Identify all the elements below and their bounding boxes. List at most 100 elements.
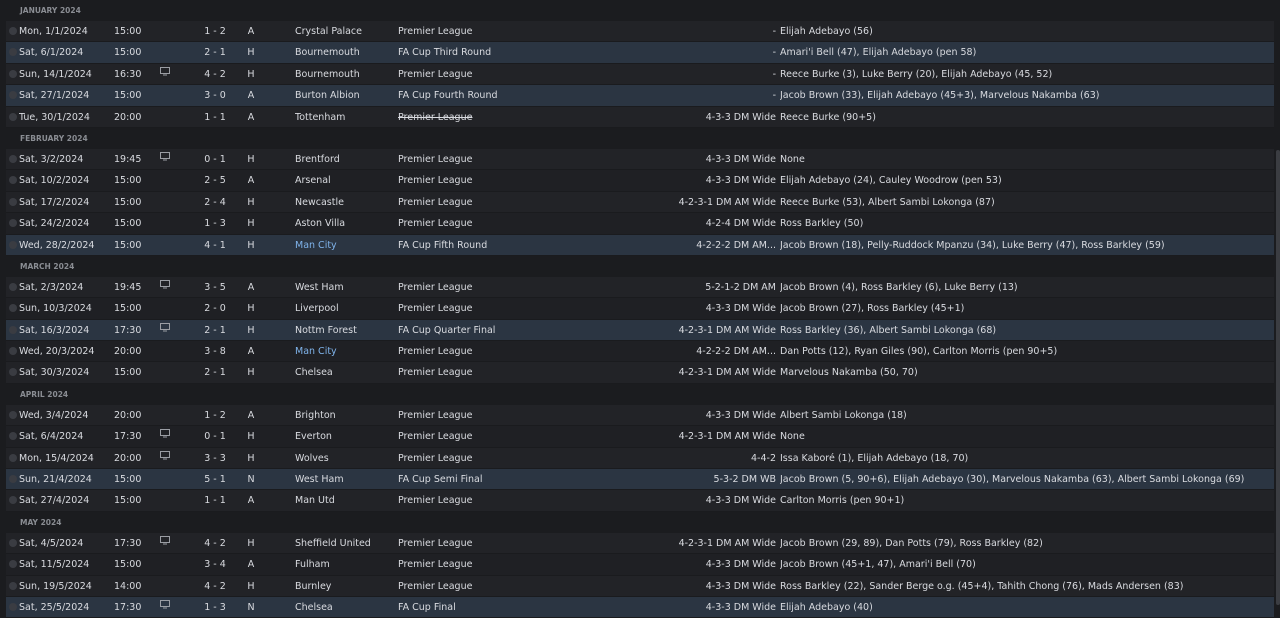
opponent-link[interactable]: Man City: [295, 341, 395, 362]
opponent-link[interactable]: Brighton: [295, 405, 395, 426]
fixture-score[interactable]: 3 - 0: [200, 85, 230, 106]
opponent-link[interactable]: Man City: [295, 235, 395, 256]
competition-link[interactable]: Premier League: [398, 448, 598, 469]
opponent-link[interactable]: Liverpool: [295, 298, 395, 319]
opponent-link[interactable]: Nottm Forest: [295, 320, 395, 341]
fixture-row[interactable]: Wed, 28/2/2024 15:00 4 - 1 H Man City FA Cup …: [6, 234, 1274, 256]
row-select-dot[interactable]: [9, 538, 17, 547]
fixture-row[interactable]: Sat, 17/2/2024 15:00 2 - 4 H Newcastle Premie…: [6, 191, 1274, 214]
competition-link[interactable]: FA Cup Fourth Round: [398, 85, 598, 106]
fixture-score[interactable]: 4 - 2: [200, 533, 230, 554]
fixture-score[interactable]: 1 - 3: [200, 597, 230, 618]
fixture-row[interactable]: Sat, 24/2/2024 15:00 1 - 3 H Aston Villa Prem…: [6, 213, 1274, 235]
fixture-score[interactable]: 3 - 3: [200, 448, 230, 469]
competition-link[interactable]: Premier League: [398, 533, 598, 554]
opponent-link[interactable]: Wolves: [295, 448, 395, 469]
fixture-score[interactable]: 3 - 4: [200, 554, 230, 575]
fixture-row[interactable]: Sat, 11/5/2024 15:00 3 - 4 A Fulham Premier L…: [6, 554, 1274, 576]
fixture-row[interactable]: Sat, 27/4/2024 15:00 1 - 1 A Man Utd Premier …: [6, 490, 1274, 512]
fixture-score[interactable]: 2 - 1: [200, 42, 230, 63]
opponent-link[interactable]: Sheffield United: [295, 533, 395, 554]
row-select-dot[interactable]: [9, 432, 17, 441]
opponent-link[interactable]: Arsenal: [295, 170, 395, 191]
fixture-score[interactable]: 1 - 1: [200, 107, 230, 128]
fixture-score[interactable]: 0 - 1: [200, 149, 230, 170]
fixture-row[interactable]: Sun, 21/4/2024 15:00 5 - 1 N West Ham FA Cup …: [6, 469, 1274, 491]
row-select-dot[interactable]: [9, 325, 17, 334]
competition-link[interactable]: Premier League: [398, 426, 598, 447]
fixture-score[interactable]: 0 - 1: [200, 426, 230, 447]
competition-link[interactable]: Premier League: [398, 170, 598, 191]
fixture-row[interactable]: Sat, 6/1/2024 15:00 2 - 1 H Bournemouth FA Cu…: [6, 42, 1274, 64]
row-select-dot[interactable]: [9, 496, 17, 505]
row-select-dot[interactable]: [9, 368, 17, 377]
competition-link[interactable]: Premier League: [398, 21, 598, 42]
opponent-link[interactable]: West Ham: [295, 277, 395, 298]
fixture-score[interactable]: 5 - 1: [200, 469, 230, 490]
fixture-score[interactable]: 4 - 2: [200, 576, 230, 597]
fixture-score[interactable]: 1 - 2: [200, 405, 230, 426]
opponent-link[interactable]: Fulham: [295, 554, 395, 575]
fixture-score[interactable]: 3 - 5: [200, 277, 230, 298]
opponent-link[interactable]: West Ham: [295, 469, 395, 490]
competition-link[interactable]: FA Cup Fifth Round: [398, 235, 598, 256]
opponent-link[interactable]: Bournemouth: [295, 42, 395, 63]
competition-link[interactable]: Premier League: [398, 107, 598, 128]
fixture-row[interactable]: Sat, 6/4/2024 17:30 0 - 1 H Everton Premier L…: [6, 426, 1274, 448]
row-select-dot[interactable]: [9, 347, 17, 356]
fixture-score[interactable]: 2 - 1: [200, 362, 230, 383]
opponent-link[interactable]: Newcastle: [295, 192, 395, 213]
opponent-link[interactable]: Chelsea: [295, 597, 395, 618]
row-select-dot[interactable]: [9, 282, 17, 291]
row-select-dot[interactable]: [9, 453, 17, 462]
row-select-dot[interactable]: [9, 112, 17, 121]
row-select-dot[interactable]: [9, 410, 17, 419]
opponent-link[interactable]: Everton: [295, 426, 395, 447]
fixture-score[interactable]: 2 - 4: [200, 192, 230, 213]
fixture-score[interactable]: 2 - 0: [200, 298, 230, 319]
competition-link[interactable]: Premier League: [398, 213, 598, 234]
competition-link[interactable]: Premier League: [398, 554, 598, 575]
row-select-dot[interactable]: [9, 48, 17, 57]
opponent-link[interactable]: Brentford: [295, 149, 395, 170]
fixture-row[interactable]: Sat, 30/3/2024 15:00 2 - 1 H Chelsea Premier …: [6, 362, 1274, 384]
opponent-link[interactable]: Bournemouth: [295, 64, 395, 85]
competition-link[interactable]: Premier League: [398, 277, 598, 298]
fixture-row[interactable]: Mon, 15/4/2024 20:00 3 - 3 H Wolves Premier L…: [6, 447, 1274, 470]
competition-link[interactable]: Premier League: [398, 362, 598, 383]
fixture-row[interactable]: Sun, 19/5/2024 14:00 4 - 2 H Burnley Premier …: [6, 575, 1274, 597]
fixture-row[interactable]: Sat, 3/2/2024 19:45 0 - 1 H Brentford Premier…: [6, 148, 1274, 171]
fixture-score[interactable]: 4 - 2: [200, 64, 230, 85]
fixture-row[interactable]: Tue, 30/1/2024 20:00 1 - 1 A Tottenham Premie…: [6, 106, 1274, 128]
fixture-row[interactable]: Wed, 3/4/2024 20:00 1 - 2 A Brighton Premier …: [6, 404, 1274, 427]
fixture-row[interactable]: Sat, 2/3/2024 19:45 3 - 5 A West Ham Premier …: [6, 276, 1274, 299]
competition-link[interactable]: Premier League: [398, 298, 598, 319]
competition-link[interactable]: FA Cup Semi Final: [398, 469, 598, 490]
competition-link[interactable]: FA Cup Final: [398, 597, 598, 618]
row-select-dot[interactable]: [9, 219, 17, 228]
competition-link[interactable]: Premier League: [398, 64, 598, 85]
fixture-score[interactable]: 2 - 5: [200, 170, 230, 191]
opponent-link[interactable]: Aston Villa: [295, 213, 395, 234]
fixture-row[interactable]: Wed, 20/3/2024 20:00 3 - 8 A Man City Premier…: [6, 341, 1274, 363]
fixture-score[interactable]: 1 - 1: [200, 490, 230, 511]
fixture-row[interactable]: Sat, 16/3/2024 17:30 2 - 1 H Nottm Forest FA …: [6, 319, 1274, 342]
row-select-dot[interactable]: [9, 560, 17, 569]
opponent-link[interactable]: Tottenham: [295, 107, 395, 128]
row-select-dot[interactable]: [9, 69, 17, 78]
scrollbar[interactable]: [1275, 0, 1280, 614]
fixture-score[interactable]: 1 - 2: [200, 21, 230, 42]
fixture-row[interactable]: Sat, 25/5/2024 17:30 1 - 3 N Chelsea FA Cup F…: [6, 596, 1274, 618]
row-select-dot[interactable]: [9, 602, 17, 611]
row-select-dot[interactable]: [9, 475, 17, 484]
competition-link[interactable]: Premier League: [398, 149, 598, 170]
fixture-score[interactable]: 1 - 3: [200, 213, 230, 234]
row-select-dot[interactable]: [9, 240, 17, 249]
opponent-link[interactable]: Man Utd: [295, 490, 395, 511]
row-select-dot[interactable]: [9, 154, 17, 163]
row-select-dot[interactable]: [9, 304, 17, 313]
row-select-dot[interactable]: [9, 27, 17, 35]
fixture-row[interactable]: Sat, 4/5/2024 17:30 4 - 2 H Sheffield United…: [6, 532, 1274, 555]
competition-link[interactable]: Premier League: [398, 341, 598, 362]
opponent-link[interactable]: Burnley: [295, 576, 395, 597]
